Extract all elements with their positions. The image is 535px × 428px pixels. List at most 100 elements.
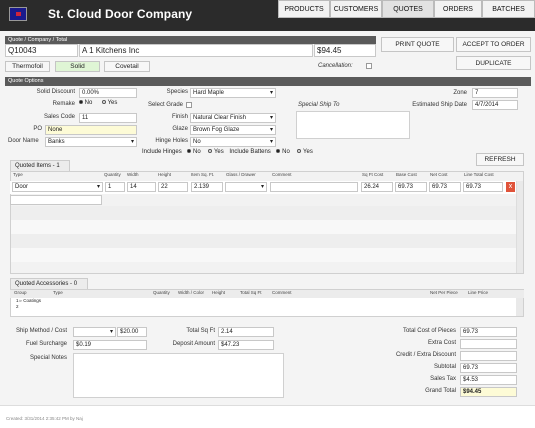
deposit-amount-field[interactable]: $47.23 bbox=[218, 340, 274, 350]
logo-mark bbox=[16, 12, 21, 16]
col-acc-line-price: Line Price bbox=[468, 290, 489, 295]
special-ship-to-label: Special Ship To bbox=[298, 102, 340, 108]
quote-options-header: Quote Options bbox=[5, 77, 531, 86]
item-qty-field[interactable]: 1 bbox=[105, 182, 125, 192]
quote-company-total-label: Quote / Company / Total bbox=[5, 36, 376, 44]
accept-to-order-button[interactable]: ACCEPT TO ORDER bbox=[456, 37, 531, 52]
nav-customers[interactable]: CUSTOMERS bbox=[330, 0, 382, 18]
col-type: Type bbox=[13, 172, 23, 177]
glaze-select[interactable]: Brown Fog Glaze bbox=[190, 125, 276, 135]
accessory-tree[interactable]: 1 ▹ Coatings 2 bbox=[16, 298, 41, 309]
nav-products[interactable]: PRODUCTS bbox=[278, 0, 330, 18]
col-sqft-cost: Sq Ft Cost bbox=[362, 172, 384, 177]
col-width: Width bbox=[127, 172, 139, 177]
ship-method-select[interactable] bbox=[73, 327, 116, 337]
subtotal-label: Subtotal bbox=[433, 364, 456, 370]
col-acc-total-sqft: Total Sq Ft bbox=[240, 290, 262, 295]
col-quantity: Quantity bbox=[104, 172, 121, 177]
zone-field[interactable]: 7 bbox=[472, 88, 518, 98]
special-notes-label: Special Notes bbox=[29, 355, 67, 361]
accessories-scrollbar[interactable] bbox=[516, 298, 523, 316]
grand-total-field: $94.45 bbox=[460, 387, 517, 397]
duplicate-button[interactable]: DUPLICATE bbox=[456, 56, 531, 70]
fuel-surcharge-label: Fuel Surcharge bbox=[25, 341, 67, 347]
remake-no-radio[interactable] bbox=[79, 100, 83, 105]
col-item-sqft: Item Sq. Ft. bbox=[191, 172, 215, 177]
credit-discount-label: Credit / Extra Discount bbox=[395, 352, 456, 358]
hinges-no-label: No bbox=[193, 149, 201, 155]
nav-batches[interactable]: BATCHES bbox=[482, 0, 535, 18]
sales-tax-field: $4.53 bbox=[460, 375, 517, 385]
empty-row bbox=[11, 220, 516, 234]
total-sqft-label: Total Sq Ft bbox=[186, 328, 215, 334]
company-logo bbox=[9, 7, 27, 21]
species-select[interactable]: Hard Maple bbox=[190, 88, 276, 98]
remake-yes-radio[interactable] bbox=[102, 100, 107, 105]
empty-row bbox=[11, 234, 516, 248]
subtotal-field: 69.73 bbox=[460, 363, 517, 373]
ship-cost-field[interactable]: $20.00 bbox=[117, 327, 147, 337]
hinges-no-radio[interactable] bbox=[187, 149, 192, 154]
ship-date-field[interactable]: 4/7/2014 bbox=[472, 100, 518, 110]
item-width-field[interactable]: 14 bbox=[127, 182, 156, 192]
sales-code-label: Sales Code bbox=[43, 114, 75, 120]
company-field[interactable]: A 1 Kitchens Inc bbox=[79, 44, 313, 57]
hinge-holes-label: Hinge Holes bbox=[155, 138, 188, 144]
col-glass-drawer: Glass / Drawer bbox=[226, 172, 256, 177]
po-field[interactable]: None bbox=[45, 125, 137, 135]
remake-label: Remake bbox=[52, 101, 75, 107]
col-acc-comment: Comment bbox=[272, 290, 292, 295]
item-net-cost-field: 69.73 bbox=[429, 182, 461, 192]
col-line-total: Line Total Cost bbox=[464, 172, 494, 177]
item-height-field[interactable]: 22 bbox=[158, 182, 188, 192]
hinges-battens-row: Include Hinges No Yes Include Battens No… bbox=[142, 149, 313, 155]
delete-row-button[interactable]: x bbox=[506, 182, 515, 192]
special-ship-to-textarea[interactable] bbox=[296, 111, 410, 139]
tab-solid[interactable]: Solid bbox=[55, 61, 100, 72]
select-grade-checkbox[interactable] bbox=[186, 102, 192, 108]
quote-number-field[interactable]: Q10043 bbox=[5, 44, 78, 57]
items-scrollbar[interactable] bbox=[516, 181, 523, 273]
item-type-select[interactable]: Door bbox=[12, 182, 103, 192]
sales-code-field[interactable]: 11 bbox=[79, 113, 137, 123]
solid-discount-label: Solid Discount bbox=[36, 89, 75, 95]
hinges-yes-radio[interactable] bbox=[208, 149, 213, 154]
cancellation-checkbox[interactable] bbox=[366, 63, 372, 69]
sales-tax-label: Sales Tax bbox=[430, 376, 456, 382]
refresh-button[interactable]: REFRESH bbox=[476, 153, 524, 166]
hinge-holes-select[interactable]: No bbox=[190, 137, 276, 147]
accessories-column-headers: Group Type Quantity Width / Color Height… bbox=[10, 290, 524, 298]
tab-covetail[interactable]: Covetail bbox=[104, 61, 150, 72]
new-item-field[interactable] bbox=[10, 195, 102, 205]
battens-no-radio[interactable] bbox=[276, 149, 281, 154]
print-quote-button[interactable]: PRINT QUOTE bbox=[381, 37, 454, 52]
extra-cost-field[interactable] bbox=[460, 339, 517, 349]
hinges-yes-label: Yes bbox=[213, 149, 224, 155]
credit-discount-field[interactable] bbox=[460, 351, 517, 361]
created-timestamp: Created: 3/31/2014 2:35:42 PM by Naj bbox=[6, 416, 83, 421]
select-grade-label: Select Grade bbox=[147, 102, 183, 108]
door-name-select[interactable]: Banks bbox=[45, 137, 137, 147]
brand-title: St. Cloud Door Company bbox=[48, 7, 193, 21]
item-comment-field[interactable] bbox=[270, 182, 358, 192]
finish-select[interactable]: Natural Clear Finish bbox=[190, 113, 276, 123]
remake-no-label: No bbox=[84, 100, 93, 106]
item-glass-select[interactable] bbox=[225, 182, 267, 192]
nav-quotes[interactable]: QUOTES bbox=[382, 0, 434, 18]
battens-yes-radio[interactable] bbox=[297, 149, 302, 154]
tree-node-coatings[interactable]: 1 ▹ Coatings bbox=[16, 298, 41, 304]
extra-cost-label: Extra Cost bbox=[427, 340, 456, 346]
table-row[interactable]: Door 1 14 22 2.139 26.24 69.73 69.73 69.… bbox=[10, 181, 516, 194]
nav-orders[interactable]: ORDERS bbox=[434, 0, 482, 18]
remake-radio-group[interactable]: No Yes bbox=[79, 100, 117, 106]
solid-discount-field[interactable]: 0.00% bbox=[79, 88, 137, 98]
empty-row bbox=[11, 248, 516, 262]
door-name-label: Door Name bbox=[8, 138, 39, 144]
col-acc-type: Type bbox=[53, 290, 63, 295]
col-comment: Comment bbox=[272, 172, 292, 177]
item-sqft-cost-field: 26.24 bbox=[361, 182, 393, 192]
tab-thermofoil[interactable]: Thermofoil bbox=[5, 61, 50, 72]
po-label: PO bbox=[33, 126, 42, 132]
special-notes-textarea[interactable] bbox=[73, 353, 284, 398]
tree-node[interactable]: 2 bbox=[16, 304, 41, 309]
